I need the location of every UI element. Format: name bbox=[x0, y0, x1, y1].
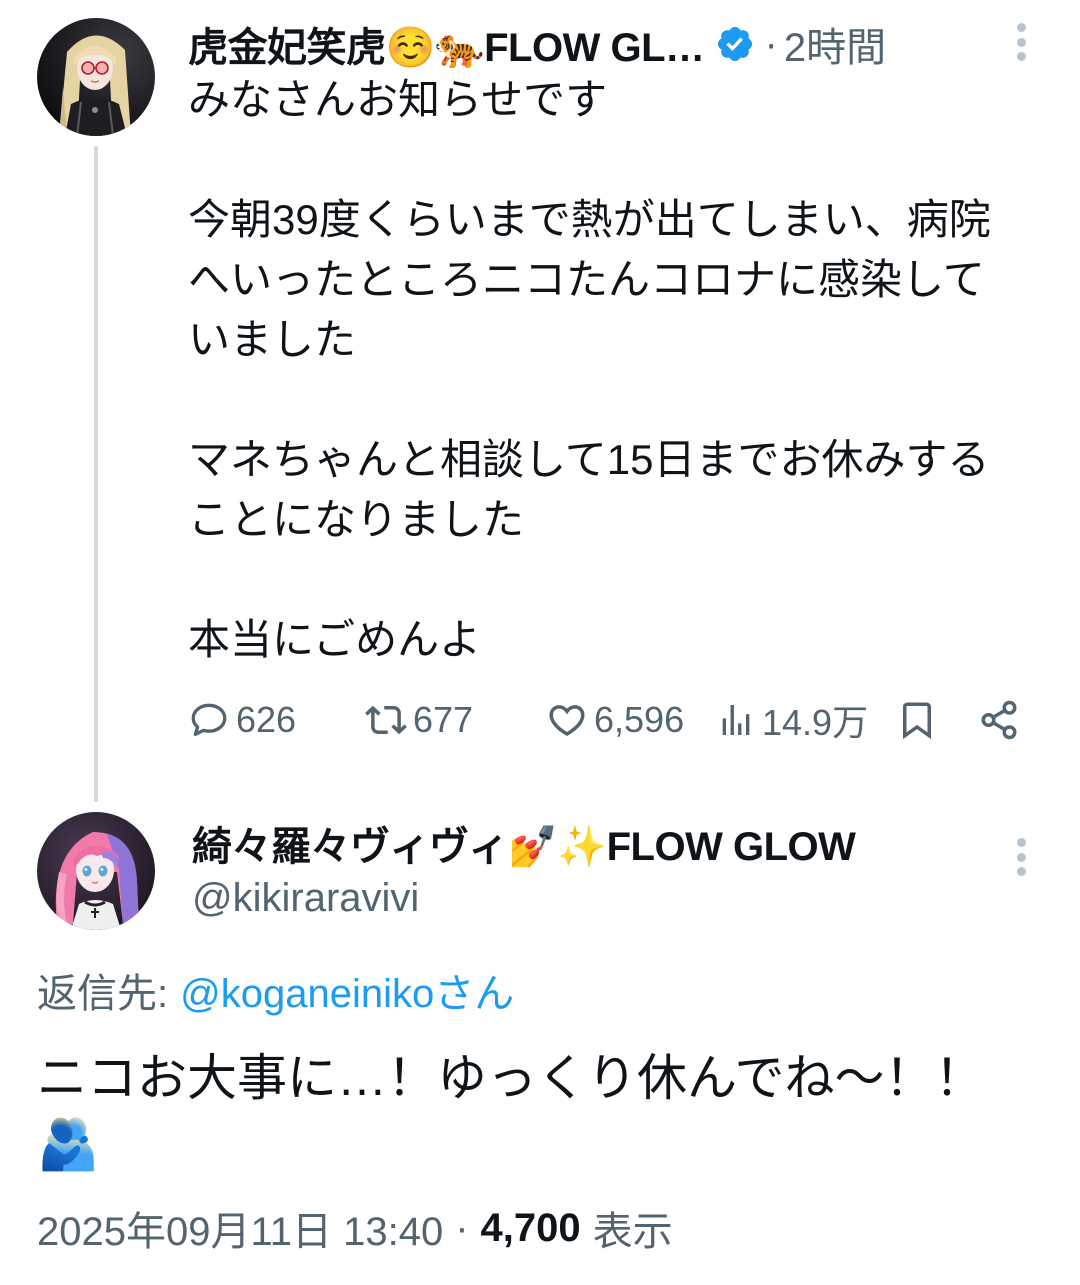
more-dot bbox=[1016, 867, 1026, 876]
tweet-line: ことになりました bbox=[188, 496, 525, 543]
tweet-paragraph: みなさんお知らせです bbox=[188, 70, 1068, 130]
retweet-button[interactable]: 677 bbox=[365, 695, 473, 745]
bookmark-icon[interactable] bbox=[896, 699, 938, 741]
more-vertical-icon[interactable] bbox=[1006, 833, 1036, 881]
share-icon[interactable] bbox=[978, 699, 1020, 741]
meta-separator: · bbox=[455, 1205, 469, 1250]
tweet-line: みなさんお知らせです bbox=[188, 76, 608, 123]
views-icon[interactable] bbox=[716, 700, 756, 740]
retweet-icon[interactable] bbox=[365, 699, 407, 741]
avatar-image bbox=[37, 812, 155, 930]
tweet-paragraph: 今朝39度くらいまで熱が出てしまい、病院 へいったところニコたんコロナに感染して… bbox=[188, 190, 1068, 370]
tweet-header: 虎金妃笑虎☺️🐅FLOW GL… · 2時間 bbox=[188, 14, 993, 74]
tweet-meta-footer: 2025年09月11日 13:40 · 4,700 表示 bbox=[37, 1200, 1037, 1256]
avatar[interactable] bbox=[37, 812, 155, 930]
retweet-count: 677 bbox=[413, 699, 474, 740]
relative-time[interactable]: 2時間 bbox=[784, 15, 886, 73]
avatar[interactable] bbox=[37, 18, 155, 136]
views-count: 14.9万 bbox=[762, 702, 869, 743]
view-count: 4,700 bbox=[480, 1205, 581, 1250]
more-dot bbox=[1016, 838, 1026, 847]
avatar-image bbox=[37, 18, 155, 136]
user-handle[interactable]: @kikiraravivi bbox=[192, 870, 419, 926]
reply-tweet-text: ニコお大事に…！ゆっくり休んでね〜！！ 🫂 bbox=[37, 1045, 1047, 1177]
header-separator: · bbox=[764, 21, 778, 66]
tweet-line: 本当にごめんよ bbox=[188, 616, 482, 663]
tweet-line: マネちゃんと相談して15日までお休みする bbox=[188, 436, 990, 483]
replying-to: 返信先: @koganeinikoさん bbox=[37, 962, 514, 1018]
tweet-line: いました bbox=[188, 316, 357, 363]
replying-to-label: 返信先: bbox=[37, 972, 169, 1016]
display-name[interactable]: 綺々羅々ヴィヴィ💅✨FLOW GLOW bbox=[192, 815, 856, 871]
more-vertical-icon[interactable] bbox=[1006, 18, 1036, 66]
bookmark-button[interactable] bbox=[896, 695, 938, 745]
view-label: 表示 bbox=[592, 1210, 673, 1254]
tweet-line: 今朝39度くらいまで熱が出てしまい、病院 bbox=[188, 196, 991, 243]
reply-count: 626 bbox=[236, 699, 297, 740]
more-dot bbox=[1016, 52, 1026, 61]
share-button[interactable] bbox=[978, 695, 1020, 745]
tweet-actions-bar: 626 677 6,596 14.9万 bbox=[188, 695, 1048, 745]
tweet-line: ニコお大事に…！ゆっくり休んでね〜！！ bbox=[37, 1050, 985, 1106]
tweet-line: へいったところニコたんコロナに感染して bbox=[188, 256, 985, 303]
like-count: 6,596 bbox=[594, 699, 685, 740]
reply-author-name-row: 綺々羅々ヴィヴィ💅✨FLOW GLOW bbox=[192, 815, 992, 871]
thread-connector-line bbox=[94, 146, 98, 802]
reply-icon[interactable] bbox=[188, 699, 230, 741]
replying-to-mention-link[interactable]: @koganeinikoさん bbox=[180, 961, 514, 1019]
tweet-paragraph: マネちゃんと相談して15日までお休みする ことになりました bbox=[188, 430, 1068, 550]
more-dot bbox=[1016, 852, 1026, 862]
tweet-thread-page: { "parent_tweet": { "display_name": "虎金妃… bbox=[0, 0, 1080, 1285]
tweet-text: みなさんお知らせです 今朝39度くらいまで熱が出てしまい、病院 へいったところニ… bbox=[188, 70, 1068, 670]
timestamp-link[interactable]: 2025年09月11日 13:40 bbox=[37, 1200, 443, 1256]
tweet-line-emoji: 🫂 bbox=[37, 1116, 100, 1172]
heart-icon[interactable] bbox=[546, 699, 588, 741]
more-dot bbox=[1016, 37, 1026, 47]
reply-button[interactable]: 626 bbox=[188, 695, 296, 745]
like-button[interactable]: 6,596 bbox=[546, 695, 684, 745]
display-name[interactable]: 虎金妃笑虎☺️🐅FLOW GL… bbox=[188, 15, 705, 73]
verified-badge-icon[interactable] bbox=[715, 24, 755, 64]
views-button[interactable]: 14.9万 bbox=[716, 695, 868, 745]
tweet-paragraph: 本当にごめんよ bbox=[188, 610, 1068, 670]
more-dot bbox=[1016, 23, 1026, 32]
